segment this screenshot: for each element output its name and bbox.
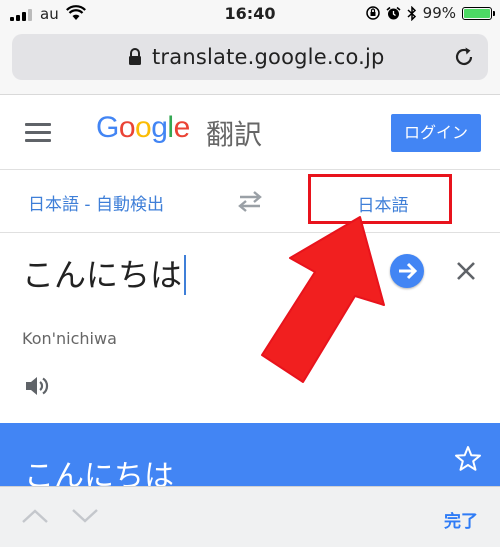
status-right-group: 99% [365, 4, 495, 22]
source-text-input[interactable]: こんにちは [22, 255, 187, 295]
translation-result-card: こんにちは [0, 423, 500, 494]
translate-go-button[interactable] [390, 254, 424, 288]
battery-level [464, 8, 490, 18]
source-language-select[interactable]: 日本語 - 自動検出 [28, 190, 164, 215]
star-icon[interactable] [454, 445, 482, 473]
source-input-area: こんにちは Kon'nichiwa [0, 233, 500, 423]
browser-toolbar: translate.google.co.jp [0, 28, 500, 95]
orientation-lock-icon [365, 6, 380, 20]
app-header: Google 翻訳 ログイン [0, 95, 500, 170]
language-bar: 日本語 - 自動検出 日本語 [0, 170, 500, 233]
bluetooth-icon [407, 5, 416, 21]
chevron-down-icon[interactable] [70, 507, 100, 525]
chevron-up-icon[interactable] [20, 507, 50, 525]
battery-percent: 99% [422, 4, 456, 22]
login-button[interactable]: ログイン [391, 114, 481, 152]
done-button[interactable]: 完了 [444, 507, 478, 532]
alarm-icon [386, 6, 401, 19]
url-text[interactable]: translate.google.co.jp [152, 45, 385, 69]
close-icon[interactable] [455, 260, 477, 282]
menu-icon[interactable] [25, 123, 51, 143]
google-logo: Google [96, 111, 190, 144]
battery-icon [462, 6, 495, 20]
reload-icon[interactable] [452, 45, 476, 69]
swap-icon[interactable] [236, 190, 264, 212]
go-arrow-icon [399, 262, 418, 280]
status-bar: au 16:40 99% [0, 0, 500, 28]
target-language-select[interactable]: 日本語 [311, 191, 455, 216]
romanization-text: Kon'nichiwa [22, 329, 117, 348]
address-bar[interactable]: translate.google.co.jp [12, 34, 488, 80]
keyboard-accessory-bar: 完了 [0, 486, 500, 547]
speaker-icon[interactable] [24, 374, 52, 398]
lock-icon [129, 48, 141, 65]
product-name: 翻訳 [206, 118, 263, 151]
target-language-highlight: 日本語 [308, 174, 452, 224]
